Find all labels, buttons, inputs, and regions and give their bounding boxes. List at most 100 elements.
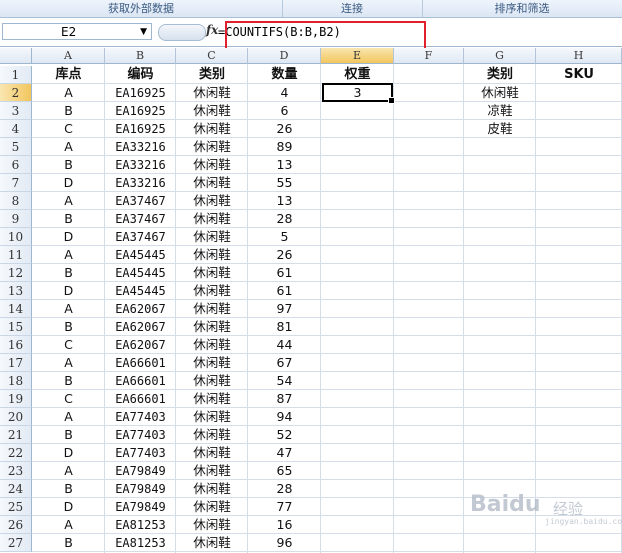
row-header-26[interactable]: 26 xyxy=(0,516,32,534)
cell-c7[interactable]: 休闲鞋 xyxy=(176,174,248,192)
cell-c27[interactable]: 休闲鞋 xyxy=(176,534,248,552)
cell-g4[interactable]: 皮鞋 xyxy=(464,120,536,138)
cell-a22[interactable]: D xyxy=(32,444,105,462)
cell-d25[interactable]: 77 xyxy=(248,498,321,516)
cell-a9[interactable]: B xyxy=(32,210,105,228)
cell-d1[interactable]: 数量 xyxy=(248,66,321,84)
cell-g3[interactable]: 凉鞋 xyxy=(464,102,536,120)
column-header-b[interactable]: B xyxy=(105,48,176,64)
column-header-a[interactable]: A xyxy=(32,48,105,64)
cell-d19[interactable]: 87 xyxy=(248,390,321,408)
cell-b20[interactable]: EA77403 xyxy=(105,408,176,426)
cell-d21[interactable]: 52 xyxy=(248,426,321,444)
cell-e1[interactable]: 权重 xyxy=(321,66,394,84)
cell-a14[interactable]: A xyxy=(32,300,105,318)
cell-d5[interactable]: 89 xyxy=(248,138,321,156)
cell-d14[interactable]: 97 xyxy=(248,300,321,318)
cell-a5[interactable]: A xyxy=(32,138,105,156)
row-header-5[interactable]: 5 xyxy=(0,138,32,156)
column-header-c[interactable]: C xyxy=(176,48,248,64)
cell-c13[interactable]: 休闲鞋 xyxy=(176,282,248,300)
cell-a1[interactable]: 库点 xyxy=(32,66,105,84)
cell-c22[interactable]: 休闲鞋 xyxy=(176,444,248,462)
row-header-1[interactable]: 1 xyxy=(0,66,32,84)
cell-a25[interactable]: D xyxy=(32,498,105,516)
ribbon-group-sort-filter[interactable]: 排序和筛选 xyxy=(422,0,622,17)
row-header-24[interactable]: 24 xyxy=(0,480,32,498)
row-header-12[interactable]: 12 xyxy=(0,264,32,282)
cell-c19[interactable]: 休闲鞋 xyxy=(176,390,248,408)
select-all-corner[interactable] xyxy=(0,48,32,64)
cell-c18[interactable]: 休闲鞋 xyxy=(176,372,248,390)
row-header-19[interactable]: 19 xyxy=(0,390,32,408)
cell-b12[interactable]: EA45445 xyxy=(105,264,176,282)
cell-d27[interactable]: 96 xyxy=(248,534,321,552)
cell-c9[interactable]: 休闲鞋 xyxy=(176,210,248,228)
cell-c1[interactable]: 类别 xyxy=(176,66,248,84)
cell-c6[interactable]: 休闲鞋 xyxy=(176,156,248,174)
cell-b21[interactable]: EA77403 xyxy=(105,426,176,444)
cell-a16[interactable]: C xyxy=(32,336,105,354)
cell-a17[interactable]: A xyxy=(32,354,105,372)
row-header-6[interactable]: 6 xyxy=(0,156,32,174)
cell-d15[interactable]: 81 xyxy=(248,318,321,336)
cell-d2[interactable]: 4 xyxy=(248,84,321,102)
row-header-25[interactable]: 25 xyxy=(0,498,32,516)
cell-b19[interactable]: EA66601 xyxy=(105,390,176,408)
cell-a21[interactable]: B xyxy=(32,426,105,444)
cell-d24[interactable]: 28 xyxy=(248,480,321,498)
cell-c17[interactable]: 休闲鞋 xyxy=(176,354,248,372)
cell-b3[interactable]: EA16925 xyxy=(105,102,176,120)
cell-c24[interactable]: 休闲鞋 xyxy=(176,480,248,498)
cell-a6[interactable]: B xyxy=(32,156,105,174)
cell-d20[interactable]: 94 xyxy=(248,408,321,426)
cell-a20[interactable]: A xyxy=(32,408,105,426)
cell-a3[interactable]: B xyxy=(32,102,105,120)
row-header-20[interactable]: 20 xyxy=(0,408,32,426)
cell-d12[interactable]: 61 xyxy=(248,264,321,282)
row-header-22[interactable]: 22 xyxy=(0,444,32,462)
cell-a19[interactable]: C xyxy=(32,390,105,408)
cell-d26[interactable]: 16 xyxy=(248,516,321,534)
cell-b22[interactable]: EA77403 xyxy=(105,444,176,462)
cell-b10[interactable]: EA37467 xyxy=(105,228,176,246)
cell-b27[interactable]: EA81253 xyxy=(105,534,176,552)
cell-b11[interactable]: EA45445 xyxy=(105,246,176,264)
column-header-g[interactable]: G xyxy=(464,48,536,64)
cell-d18[interactable]: 54 xyxy=(248,372,321,390)
cell-c15[interactable]: 休闲鞋 xyxy=(176,318,248,336)
cell-b14[interactable]: EA62067 xyxy=(105,300,176,318)
cell-b18[interactable]: EA66601 xyxy=(105,372,176,390)
row-header-17[interactable]: 17 xyxy=(0,354,32,372)
row-header-4[interactable]: 4 xyxy=(0,120,32,138)
ribbon-group-get-external-data[interactable]: 获取外部数据 xyxy=(0,0,283,17)
cell-b15[interactable]: EA62067 xyxy=(105,318,176,336)
row-header-27[interactable]: 27 xyxy=(0,534,32,552)
ribbon-group-connections[interactable]: 连接 xyxy=(282,0,423,17)
row-header-23[interactable]: 23 xyxy=(0,462,32,480)
worksheet-grid[interactable]: 库点 编码 类别 数量 权重 类别 SKU A EA16925 休闲鞋 4 3 休闲鞋 B EA16925 休… xyxy=(32,64,622,553)
row-header-2[interactable]: 2 xyxy=(0,84,32,102)
cell-a13[interactable]: D xyxy=(32,282,105,300)
cell-d23[interactable]: 65 xyxy=(248,462,321,480)
cell-b6[interactable]: EA33216 xyxy=(105,156,176,174)
name-box[interactable]: E2 ▼ xyxy=(2,23,152,40)
row-header-10[interactable]: 10 xyxy=(0,228,32,246)
cell-a18[interactable]: B xyxy=(32,372,105,390)
cell-c2[interactable]: 休闲鞋 xyxy=(176,84,248,102)
cell-g2[interactable]: 休闲鞋 xyxy=(464,84,536,102)
cell-a2[interactable]: A xyxy=(32,84,105,102)
cell-b13[interactable]: EA45445 xyxy=(105,282,176,300)
cell-b26[interactable]: EA81253 xyxy=(105,516,176,534)
cell-h1[interactable]: SKU xyxy=(536,66,622,84)
cell-c21[interactable]: 休闲鞋 xyxy=(176,426,248,444)
row-header-11[interactable]: 11 xyxy=(0,246,32,264)
cell-a26[interactable]: A xyxy=(32,516,105,534)
cell-a7[interactable]: D xyxy=(32,174,105,192)
row-header-14[interactable]: 14 xyxy=(0,300,32,318)
row-header-9[interactable]: 9 xyxy=(0,210,32,228)
cell-a4[interactable]: C xyxy=(32,120,105,138)
row-header-3[interactable]: 3 xyxy=(0,102,32,120)
cell-c3[interactable]: 休闲鞋 xyxy=(176,102,248,120)
row-header-8[interactable]: 8 xyxy=(0,192,32,210)
